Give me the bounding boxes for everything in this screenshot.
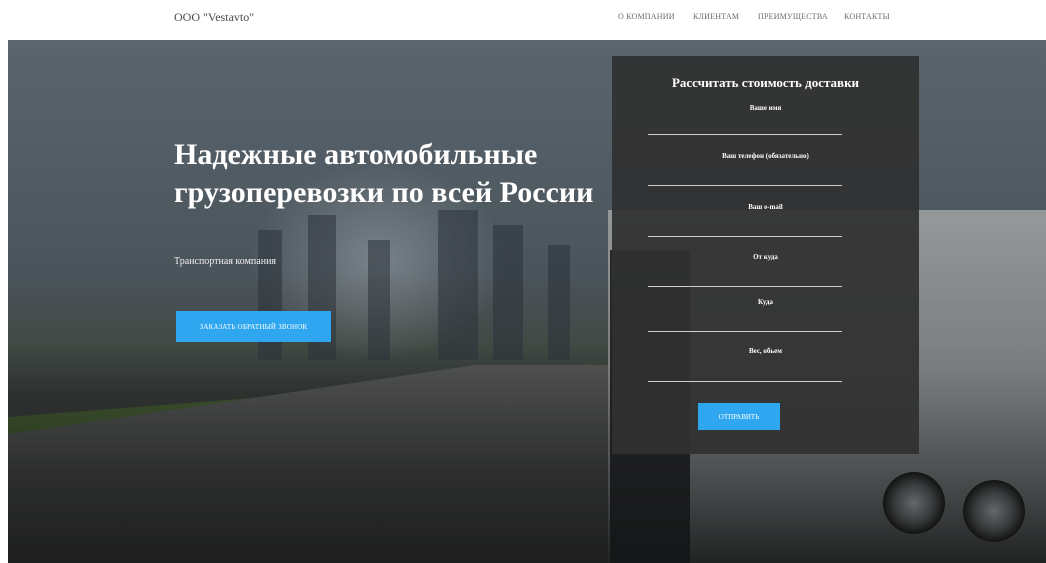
name-field[interactable] — [648, 120, 842, 135]
phone-field-label: Ваш телефон (обязательно) — [722, 152, 809, 160]
nav-item-advantages[interactable]: ПРЕИМУЩЕСТВА — [758, 12, 828, 21]
hero-subtitle: Транспортная компания — [174, 256, 277, 267]
email-field-label: Ваш e-mail — [748, 203, 783, 211]
delivery-cost-form: Рассчитать стоимость доставки Ваше имя В… — [612, 56, 919, 454]
submit-button[interactable]: ОТПРАВИТЬ — [698, 403, 780, 430]
request-callback-button[interactable]: ЗАКАЗАТЬ ОБРАТНЫЙ ЗВОНОК — [176, 311, 331, 342]
nav-item-contacts[interactable]: КОНТАКТЫ — [844, 12, 890, 21]
email-field[interactable] — [648, 222, 842, 237]
form-title: Рассчитать стоимость доставки — [671, 75, 860, 90]
phone-field[interactable] — [648, 171, 842, 186]
hero-title: Надежные автомобильные грузоперевозки по… — [174, 138, 594, 209]
nav-item-about[interactable]: О КОМПАНИИ — [618, 12, 675, 21]
name-field-label: Ваше имя — [749, 104, 782, 112]
from-field[interactable] — [648, 272, 842, 287]
from-field-label: От куда — [753, 253, 778, 261]
top-navigation-bar: ООО "Vestavto" О КОМПАНИИ КЛИЕНТАМ ПРЕИМ… — [0, 0, 1046, 38]
to-field[interactable] — [648, 317, 842, 332]
nav-item-clients[interactable]: КЛИЕНТАМ — [693, 12, 739, 21]
brand-name[interactable]: ООО "Vestavto" — [174, 10, 254, 25]
weight-volume-field[interactable] — [648, 367, 842, 382]
weight-volume-field-label: Вес, обьем — [748, 347, 783, 355]
to-field-label: Куда — [757, 298, 773, 306]
